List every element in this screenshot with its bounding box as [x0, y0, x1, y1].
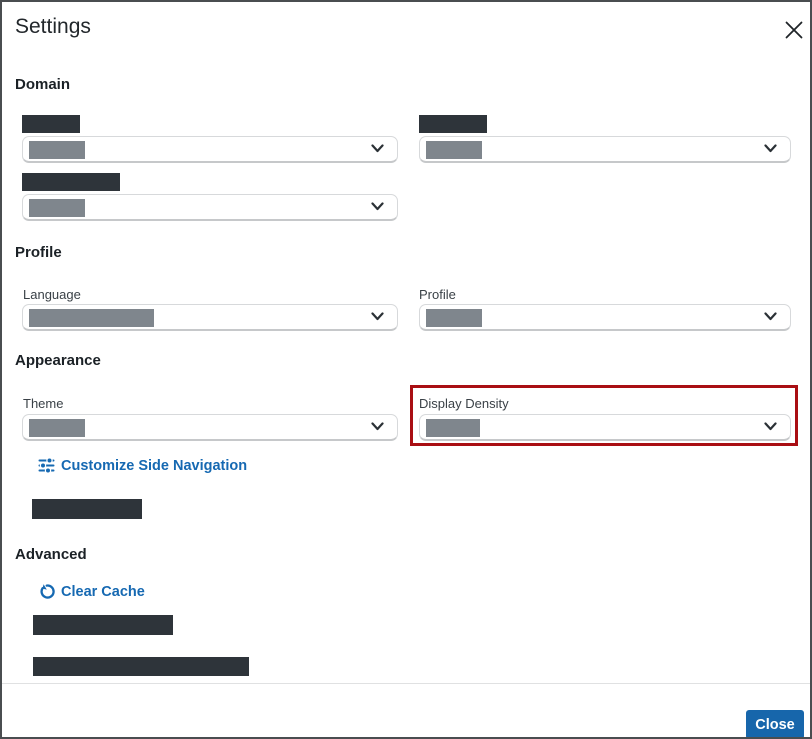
- domain-select-1[interactable]: [22, 136, 398, 163]
- clear-cache-label: Clear Cache: [61, 584, 145, 600]
- profile-select[interactable]: [419, 304, 791, 331]
- language-select[interactable]: [22, 304, 398, 331]
- redacted-appearance-button[interactable]: [32, 499, 142, 519]
- chevron-down-icon: [371, 202, 384, 211]
- page-title: Settings: [15, 15, 91, 39]
- section-title-domain: Domain: [15, 76, 70, 93]
- redacted-select-value: [29, 199, 85, 217]
- sliders-icon: [38, 457, 55, 474]
- redacted-select-value: [426, 141, 482, 159]
- chevron-down-icon: [764, 144, 777, 153]
- redacted-domain-label-1: [22, 115, 80, 133]
- domain-select-2[interactable]: [419, 136, 791, 163]
- theme-label: Theme: [23, 396, 63, 411]
- clear-cache-link[interactable]: Clear Cache: [38, 583, 145, 600]
- footer-divider: [2, 683, 810, 684]
- section-title-advanced: Advanced: [15, 546, 87, 563]
- section-title-profile: Profile: [15, 244, 62, 261]
- redacted-domain-label-2: [419, 115, 487, 133]
- redacted-select-value: [29, 309, 154, 327]
- redacted-select-value: [29, 141, 85, 159]
- redacted-select-value: [426, 309, 482, 327]
- settings-dialog: Settings Domain Profile Language Pr: [0, 0, 812, 739]
- redacted-select-value: [426, 419, 480, 437]
- redacted-domain-label-3: [22, 173, 120, 191]
- chevron-down-icon: [764, 312, 777, 321]
- close-button[interactable]: Close: [746, 710, 804, 739]
- redacted-advanced-button-1[interactable]: [33, 615, 173, 635]
- close-button-label: Close: [755, 717, 795, 733]
- display-density-select[interactable]: [419, 414, 791, 441]
- domain-select-3[interactable]: [22, 194, 398, 221]
- profile-label: Profile: [419, 287, 456, 302]
- chevron-down-icon: [371, 144, 384, 153]
- display-density-label: Display Density: [419, 396, 509, 411]
- close-icon: [784, 20, 804, 40]
- customize-side-navigation-label: Customize Side Navigation: [61, 458, 247, 474]
- close-dialog-button[interactable]: [778, 14, 810, 46]
- refresh-icon: [38, 583, 55, 600]
- chevron-down-icon: [371, 422, 384, 431]
- chevron-down-icon: [371, 312, 384, 321]
- theme-select[interactable]: [22, 414, 398, 441]
- section-title-appearance: Appearance: [15, 352, 101, 369]
- language-label: Language: [23, 287, 81, 302]
- chevron-down-icon: [764, 422, 777, 431]
- customize-side-navigation-link[interactable]: Customize Side Navigation: [38, 457, 247, 474]
- redacted-advanced-button-2[interactable]: [33, 657, 249, 676]
- redacted-select-value: [29, 419, 85, 437]
